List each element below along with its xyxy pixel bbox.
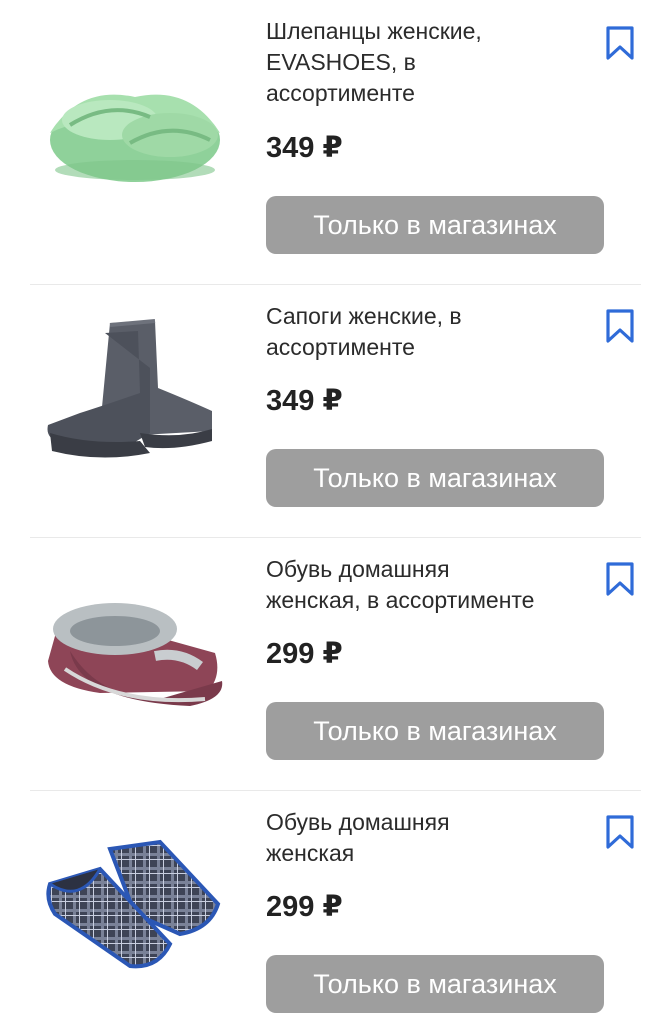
only-in-stores-button[interactable]: Только в магазинах [266, 449, 604, 507]
only-in-stores-button[interactable]: Только в магазинах [266, 955, 604, 1013]
product-title[interactable]: Шлепанцы женские, EVASHOES, в ассортимен… [266, 16, 586, 109]
product-image-burgundy-fur-slippers[interactable] [40, 581, 230, 741]
product-list: Шлепанцы женские, EVASHOES, в ассортимен… [0, 0, 671, 1024]
divider [30, 284, 641, 285]
only-in-stores-button[interactable]: Только в магазинах [266, 702, 604, 760]
only-in-stores-button[interactable]: Только в магазинах [266, 196, 604, 254]
bookmark-icon[interactable] [603, 308, 637, 344]
divider [30, 537, 641, 538]
bookmark-icon[interactable] [603, 25, 637, 61]
product-price: 349 ₽ [266, 385, 343, 417]
product-price: 349 ₽ [266, 132, 343, 164]
product-image-plaid-house-slippers[interactable] [40, 834, 230, 994]
product-title[interactable]: Сапоги женские, в ассортименте [266, 301, 586, 363]
divider [30, 790, 641, 791]
product-price: 299 ₽ [266, 638, 343, 670]
product-card[interactable]: Шлепанцы женские, EVASHOES, в ассортимен… [0, 0, 671, 254]
product-title[interactable]: Обувь домашняя женская [266, 807, 586, 869]
bookmark-icon[interactable] [603, 561, 637, 597]
product-card[interactable]: Обувь домашняя женская, в ассортименте 2… [0, 506, 671, 760]
product-card[interactable]: Сапоги женские, в ассортименте 349 ₽ Тол… [0, 253, 671, 507]
product-card[interactable]: Обувь домашняя женская 299 ₽ Только в ма… [0, 759, 671, 1013]
product-price: 299 ₽ [266, 891, 343, 923]
product-image-green-slide-sandals[interactable] [40, 45, 230, 205]
bookmark-icon[interactable] [603, 814, 637, 850]
product-image-grey-rubber-boots[interactable] [40, 313, 230, 473]
product-title[interactable]: Обувь домашняя женская, в ассортименте [266, 554, 586, 616]
